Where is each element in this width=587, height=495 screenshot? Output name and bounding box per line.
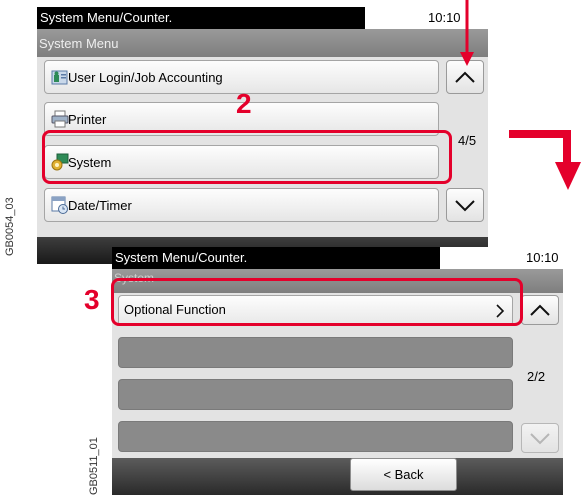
step-number-3: 3 xyxy=(84,284,100,315)
scroll-controls: 2/2 xyxy=(521,293,563,458)
menu-item-empty xyxy=(118,379,513,410)
chevron-down-icon xyxy=(530,433,550,445)
bottom-bar xyxy=(112,458,563,495)
user-login-icon xyxy=(51,70,68,85)
back-button[interactable]: < Back xyxy=(350,458,457,491)
chevron-up-icon xyxy=(530,304,550,316)
flow-arrow-icon xyxy=(509,130,581,190)
figure-caption: GB0054_03 xyxy=(4,197,16,256)
menu-item-label: Date/Timer xyxy=(68,198,132,213)
status-title: System Menu/Counter. xyxy=(40,10,173,25)
figure-caption: GB0511_01 xyxy=(88,437,100,495)
scroll-down-button[interactable] xyxy=(521,423,559,453)
clock: 10:10 xyxy=(526,250,559,265)
page-indicator: 4/5 xyxy=(458,133,477,148)
callout-arrow-icon xyxy=(460,0,474,66)
menu-item-empty xyxy=(118,421,513,452)
highlight-optional-function xyxy=(111,278,523,326)
scroll-down-button[interactable] xyxy=(446,188,484,222)
menu-item-date-timer[interactable]: Date/Timer xyxy=(44,188,439,222)
page-indicator: 2/2 xyxy=(527,369,546,384)
menu-item-label: User Login/Job Accounting xyxy=(68,70,223,85)
status-bar: System Menu/Counter. 10:10 xyxy=(37,7,488,29)
status-title: System Menu/Counter. xyxy=(115,250,248,265)
printer-icon xyxy=(51,110,69,128)
highlight-system xyxy=(42,130,452,184)
screen-header: System Menu xyxy=(37,29,488,57)
menu-item-label: Printer xyxy=(68,112,107,127)
status-bar: System Menu/Counter. 10:10 xyxy=(112,247,563,269)
date-timer-icon xyxy=(51,196,68,214)
menu-item-empty xyxy=(118,337,513,368)
scroll-controls: 4/5 xyxy=(446,57,488,237)
step-number-2: 2 xyxy=(236,88,252,119)
chevron-down-icon xyxy=(455,200,475,212)
scroll-up-button[interactable] xyxy=(521,295,559,325)
page-title: System Menu xyxy=(39,36,119,51)
